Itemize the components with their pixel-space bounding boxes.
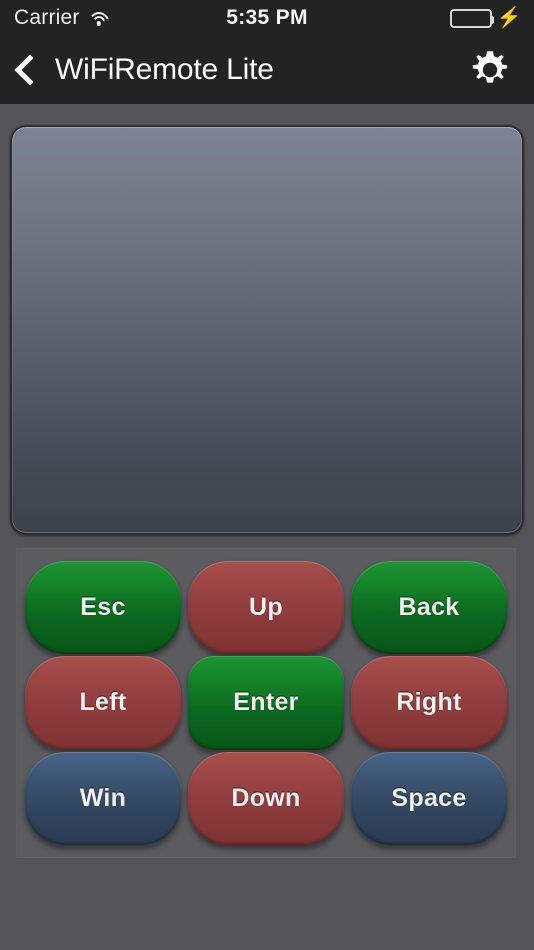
chevron-left-icon: [14, 54, 46, 86]
key-down[interactable]: Down: [188, 751, 344, 845]
navigation-bar: WiFiRemote Lite: [0, 36, 534, 104]
key-back[interactable]: Back: [351, 561, 507, 655]
app-screen: Carrier 5:35 PM ⚡ WiFiRemote Lite Esc Up…: [0, 0, 534, 950]
keypad-grid: Esc Up Back Left Enter Right Win Down Space: [16, 548, 516, 858]
status-bar: Carrier 5:35 PM ⚡: [0, 0, 534, 36]
lightning-bolt-icon: ⚡: [496, 7, 522, 29]
key-left[interactable]: Left: [25, 656, 181, 750]
battery-icon: [449, 8, 494, 28]
key-esc[interactable]: Esc: [25, 561, 181, 655]
trackpad-surface[interactable]: [10, 125, 524, 535]
status-bar-right: ⚡: [449, 0, 522, 36]
keypad-panel: Esc Up Back Left Enter Right Win Down Space: [16, 548, 516, 858]
gear-icon: [472, 51, 508, 83]
key-enter[interactable]: Enter: [188, 656, 344, 750]
key-up[interactable]: Up: [188, 561, 344, 655]
key-right[interactable]: Right: [351, 656, 507, 750]
back-button[interactable]: WiFiRemote Lite: [12, 36, 274, 104]
settings-button[interactable]: [464, 36, 516, 104]
key-win[interactable]: Win: [25, 751, 181, 845]
main-content: Esc Up Back Left Enter Right Win Down Space: [0, 104, 534, 950]
key-space[interactable]: Space: [351, 751, 507, 845]
page-title: WiFiRemote Lite: [55, 53, 274, 86]
